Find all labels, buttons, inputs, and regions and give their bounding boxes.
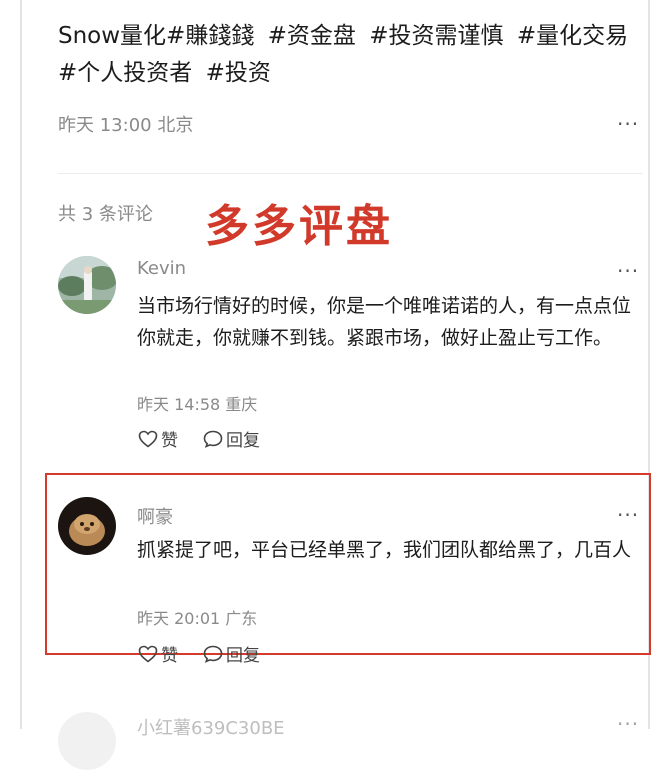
comment-username[interactable]: 小红薯639C30BE: [137, 714, 285, 740]
post-time: 昨天 13:00: [58, 115, 152, 136]
comment-more-icon[interactable]: ···: [617, 503, 639, 527]
post-tag[interactable]: #量化交易: [517, 23, 628, 49]
reply-button[interactable]: 回复: [203, 426, 260, 451]
heart-icon: [138, 430, 158, 448]
post-meta: 昨天 13:00 北京: [58, 111, 193, 137]
post-tag[interactable]: #投资: [206, 60, 271, 86]
comment-username[interactable]: 啊豪: [137, 503, 173, 529]
comment-time: 昨天 14:58: [137, 395, 221, 414]
reply-label: 回复: [226, 431, 260, 451]
post-tag[interactable]: #个人投资者: [58, 60, 192, 86]
like-label: 赞: [161, 646, 178, 666]
comment-text: 当市场行情好的时候，你是一个唯唯诺诺的人，有一点点位你就走，你就赚不到钱。紧跟市…: [137, 295, 632, 349]
avatar[interactable]: [58, 497, 116, 555]
like-button[interactable]: 赞: [138, 641, 178, 666]
post-tag[interactable]: #投资需谨慎: [369, 23, 503, 49]
comment-meta: 昨天 14:58 重庆: [137, 391, 257, 415]
overlay-watermark-title: 多多评盘: [205, 201, 393, 252]
reply-bubble-icon: [203, 430, 223, 448]
post-more-icon[interactable]: ···: [617, 112, 639, 136]
comment-location: 重庆: [225, 395, 258, 414]
comment-location: 广东: [225, 609, 258, 628]
post-location: 北京: [157, 115, 194, 136]
avatar[interactable]: [58, 712, 116, 770]
reply-button[interactable]: 回复: [203, 641, 260, 666]
reply-bubble-icon: [203, 645, 223, 663]
post-tag[interactable]: #资金盘: [268, 23, 356, 49]
divider: [58, 173, 643, 174]
comment-meta: 昨天 20:01 广东: [137, 605, 257, 629]
comment-more-icon[interactable]: ···: [617, 712, 639, 736]
post-tags: Snow量化#賺錢錢 #资金盘 #投资需谨慎 #量化交易 #个人投资者 #投资: [58, 18, 638, 92]
comment-count: 共 3 条评论: [58, 204, 153, 225]
like-button[interactable]: 赞: [138, 426, 178, 451]
avatar[interactable]: [58, 256, 116, 314]
like-label: 赞: [161, 431, 178, 451]
reply-label: 回复: [226, 646, 260, 666]
left-border: [20, 0, 22, 729]
comment-text: 抓紧提了吧，平台已经单黑了，我们团队都给黑了，几百人: [137, 539, 632, 561]
post-tag[interactable]: Snow量化#賺錢錢: [58, 23, 254, 49]
heart-icon: [138, 645, 158, 663]
comment-time: 昨天 20:01: [137, 609, 221, 628]
comment-more-icon[interactable]: ···: [617, 259, 639, 283]
comment-username[interactable]: Kevin: [137, 258, 186, 279]
